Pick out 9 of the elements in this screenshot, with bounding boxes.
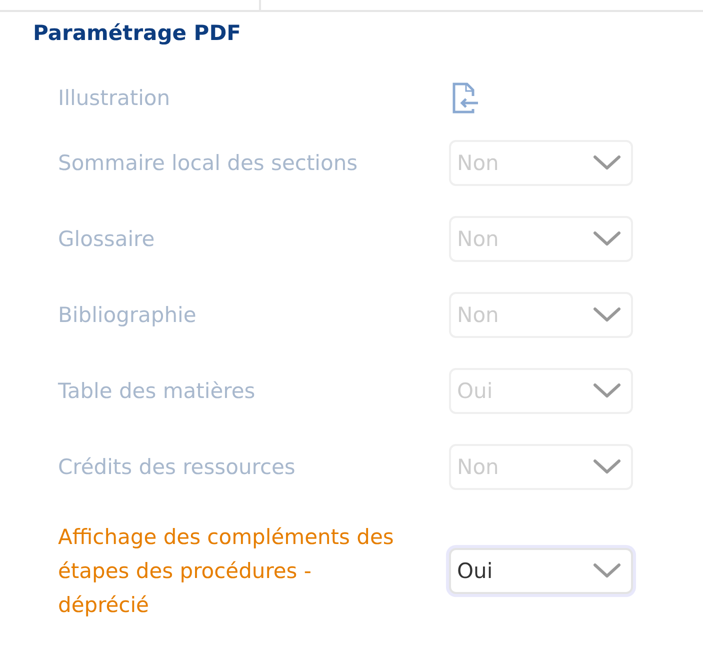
setting-label: Table des matières bbox=[58, 378, 256, 405]
setting-label: Affichage des compléments des étapes des procédures - déprécié bbox=[58, 524, 395, 619]
setting-label: Illustration bbox=[58, 85, 172, 112]
setting-label: Crédits des ressources bbox=[58, 454, 296, 481]
setting-label: Glossaire bbox=[58, 226, 156, 253]
dropdown[interactable]: Oui bbox=[449, 548, 633, 594]
setting-label: Sommaire local des sections bbox=[58, 150, 359, 177]
setting-label: Bibliographie bbox=[58, 302, 198, 329]
section-title: Paramétrage PDF bbox=[33, 20, 242, 47]
